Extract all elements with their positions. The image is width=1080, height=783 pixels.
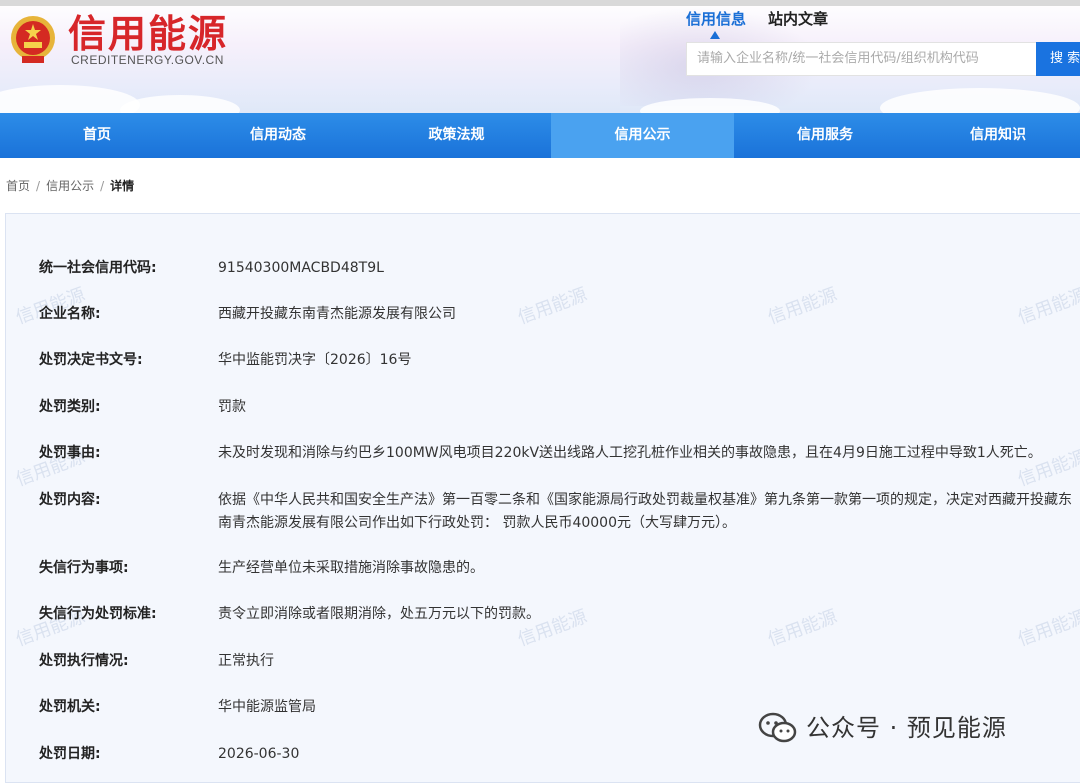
row-value: 罚款	[218, 399, 246, 415]
row-label: 处罚内容:	[39, 492, 101, 508]
row-label: 处罚执行情况:	[39, 653, 129, 669]
row-label: 统一社会信用代码:	[39, 260, 157, 276]
cloud-decoration	[120, 95, 240, 113]
row-label: 企业名称:	[39, 306, 101, 322]
cloud-decoration	[0, 85, 140, 113]
breadcrumb-separator: /	[100, 179, 105, 193]
row-label: 失信行为处罚标准:	[39, 606, 157, 622]
tab-site-articles[interactable]: 站内文章	[768, 8, 828, 29]
row-value: 责令立即消除或者限期消除，处五万元以下的罚款。	[218, 606, 540, 622]
row-value: 2026-06-30	[218, 746, 300, 762]
active-tab-caret-icon	[710, 31, 720, 39]
nav-policies[interactable]: 政策法规	[362, 113, 551, 158]
site-header: 信用能源 CREDITENERGY.GOV.CN 信用信息 站内文章 请输入企业…	[0, 0, 1080, 113]
row-value: 西藏开投藏东南青杰能源发展有限公司	[218, 306, 456, 322]
penalty-detail-panel: 信用能源 信用能源 信用能源 信用能源 信用能源 信用能源 信用能源 信用能源 …	[5, 213, 1080, 783]
main-nav: 首页 信用动态 政策法规 信用公示 信用服务 信用知识	[0, 113, 1080, 158]
row-value: 生产经营单位未采取措施消除事故隐患的。	[218, 560, 484, 576]
cloud-decoration	[880, 88, 1080, 113]
search-input[interactable]: 请输入企业名称/统一社会信用代码/组织机构代码	[686, 42, 1036, 76]
browser-top-strip	[0, 0, 1080, 6]
breadcrumb-separator: /	[36, 179, 41, 193]
row-value: 91540300MACBD48T9L	[218, 260, 384, 276]
breadcrumb-current: 详情	[110, 179, 135, 193]
row-label: 失信行为事项:	[39, 560, 129, 576]
wechat-account-name: 公众号 · 预见能源	[806, 714, 1007, 742]
breadcrumb: 首页 / 信用公示 / 详情	[6, 177, 134, 195]
site-title[interactable]: 信用能源	[68, 12, 228, 56]
tab-credit-info[interactable]: 信用信息	[686, 8, 746, 29]
nav-credit-knowledge[interactable]: 信用知识	[916, 113, 1080, 158]
row-value: 正常执行	[218, 653, 274, 669]
wechat-icon	[758, 712, 797, 743]
nav-credit-services[interactable]: 信用服务	[734, 113, 916, 158]
row-value: 未及时发现和消除与约巴乡100MW风电项目220kV送出线路人工挖孔桩作业相关的…	[218, 445, 1042, 461]
breadcrumb-disclosure[interactable]: 信用公示	[46, 179, 94, 193]
site-domain: CREDITENERGY.GOV.CN	[71, 53, 224, 67]
nav-home[interactable]: 首页	[0, 113, 194, 158]
row-label: 处罚决定书文号:	[39, 352, 143, 368]
nav-credit-news[interactable]: 信用动态	[194, 113, 362, 158]
search-button[interactable]: 搜 索	[1036, 42, 1080, 76]
row-value: 华中监能罚决字〔2026〕16号	[218, 352, 412, 368]
row-label: 处罚日期:	[39, 746, 101, 762]
row-label: 处罚机关:	[39, 699, 101, 715]
national-emblem-icon	[11, 16, 55, 63]
row-label: 处罚事由:	[39, 445, 101, 461]
nav-credit-disclosure[interactable]: 信用公示	[551, 113, 734, 158]
row-label: 处罚类别:	[39, 399, 101, 415]
breadcrumb-home[interactable]: 首页	[6, 179, 30, 193]
row-value: 依据《中华人民共和国安全生产法》第一百零二条和《国家能源局行政处罚裁量权基准》第…	[218, 492, 1072, 531]
